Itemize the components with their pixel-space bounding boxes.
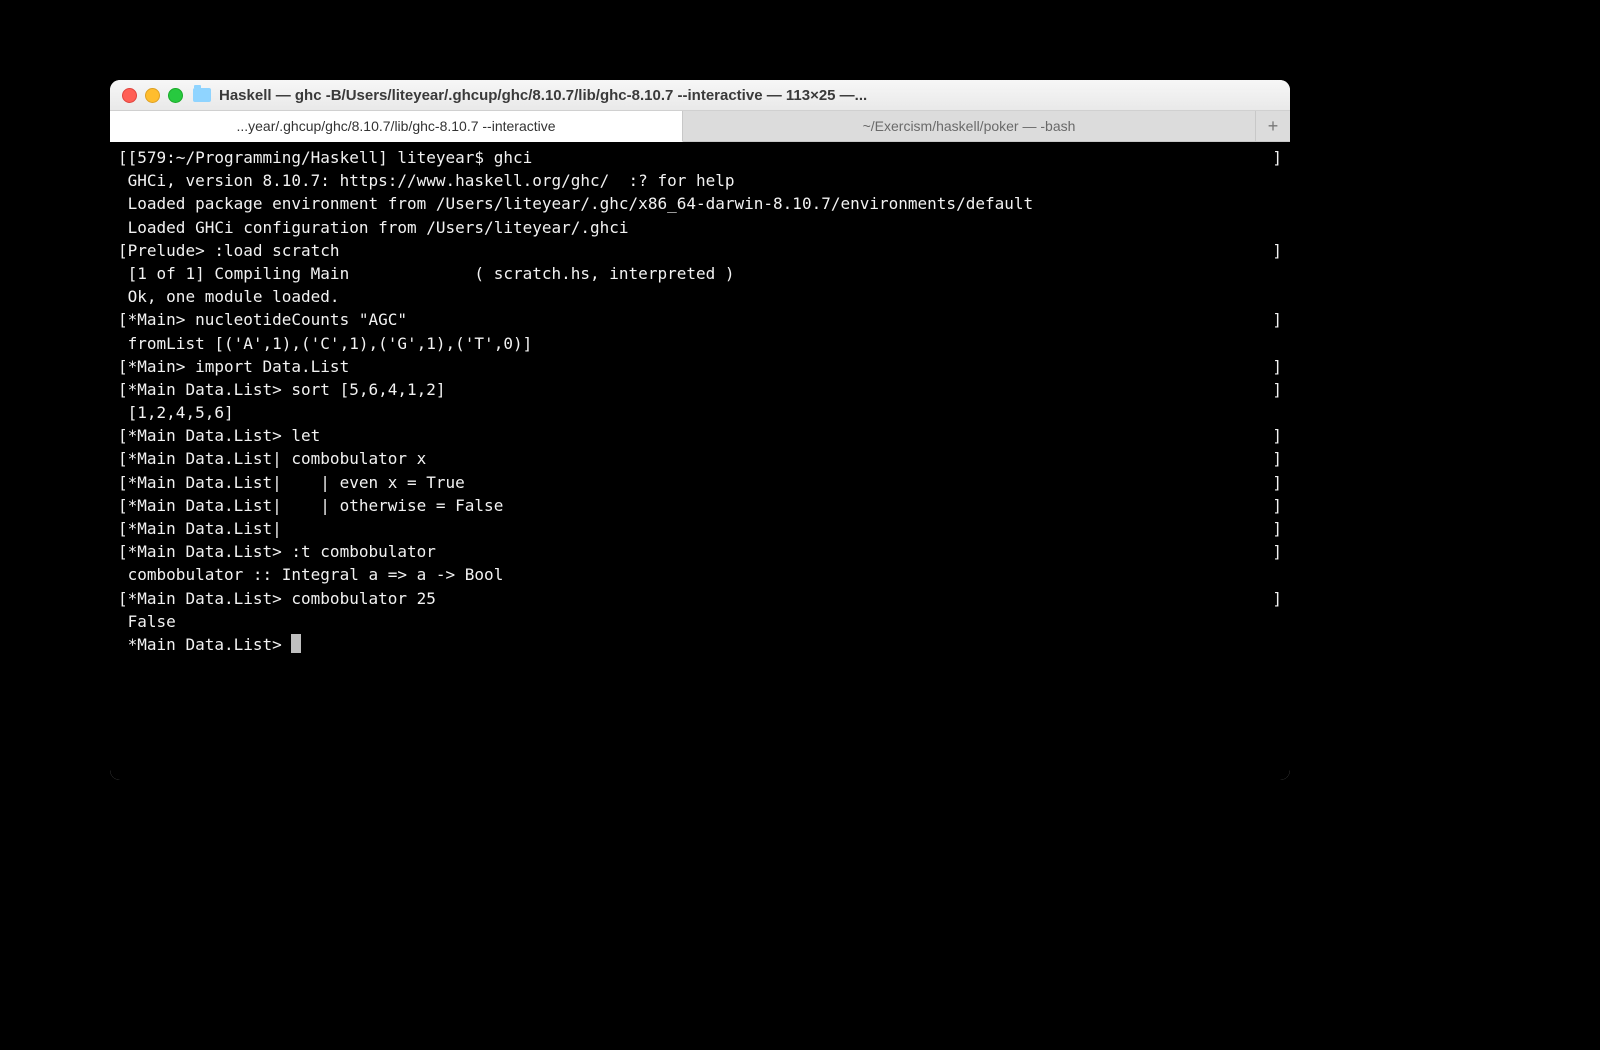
new-tab-button[interactable]: + [1256, 111, 1290, 141]
terminal-line: [1 of 1] Compiling Main ( scratch.hs, in… [118, 262, 1282, 285]
close-button[interactable] [122, 88, 137, 103]
minimize-button[interactable] [145, 88, 160, 103]
terminal-line: False [118, 610, 1282, 633]
tab-ghci[interactable]: ...year/.ghcup/ghc/8.10.7/lib/ghc-8.10.7… [110, 111, 683, 142]
terminal-line: [*Main Data.List> sort [5,6,4,1,2]] [118, 378, 1282, 401]
terminal-line: Loaded package environment from /Users/l… [118, 192, 1282, 215]
terminal-line: [*Main Data.List| | otherwise = False] [118, 494, 1282, 517]
traffic-lights [122, 88, 183, 103]
terminal-line: [*Main> import Data.List] [118, 355, 1282, 378]
terminal-window: Haskell — ghc -B/Users/liteyear/.ghcup/g… [110, 80, 1290, 780]
prompt-text: *Main Data.List> [128, 635, 292, 654]
tab-label: ~/Exercism/haskell/poker — -bash [863, 118, 1076, 134]
titlebar[interactable]: Haskell — ghc -B/Users/liteyear/.ghcup/g… [110, 80, 1290, 111]
terminal-line: [*Main Data.List> let] [118, 424, 1282, 447]
terminal-line: [*Main Data.List> combobulator 25] [118, 587, 1282, 610]
terminal-line: [*Main Data.List|] [118, 517, 1282, 540]
terminal-line: [[579:~/Programming/Haskell] liteyear$ g… [118, 146, 1282, 169]
terminal-line: Loaded GHCi configuration from /Users/li… [118, 216, 1282, 239]
tab-bar: ...year/.ghcup/ghc/8.10.7/lib/ghc-8.10.7… [110, 111, 1290, 142]
terminal-output[interactable]: [[579:~/Programming/Haskell] liteyear$ g… [110, 142, 1290, 780]
terminal-line: [*Main> nucleotideCounts "AGC"] [118, 308, 1282, 331]
terminal-line: [Prelude> :load scratch] [118, 239, 1282, 262]
terminal-line: Ok, one module loaded. [118, 285, 1282, 308]
terminal-line: combobulator :: Integral a => a -> Bool [118, 563, 1282, 586]
terminal-line: [*Main Data.List| combobulator x] [118, 447, 1282, 470]
terminal-prompt-line[interactable]: *Main Data.List> [118, 633, 1282, 656]
terminal-line: [1,2,4,5,6] [118, 401, 1282, 424]
tab-bash[interactable]: ~/Exercism/haskell/poker — -bash [683, 111, 1256, 141]
folder-icon [193, 88, 211, 102]
terminal-line: [*Main Data.List| | even x = True] [118, 471, 1282, 494]
window-title: Haskell — ghc -B/Users/liteyear/.ghcup/g… [219, 87, 1278, 104]
terminal-line: GHCi, version 8.10.7: https://www.haskel… [118, 169, 1282, 192]
terminal-line: [*Main Data.List> :t combobulator] [118, 540, 1282, 563]
plus-icon: + [1268, 116, 1279, 137]
zoom-button[interactable] [168, 88, 183, 103]
tab-label: ...year/.ghcup/ghc/8.10.7/lib/ghc-8.10.7… [236, 118, 555, 134]
terminal-line: fromList [('A',1),('C',1),('G',1),('T',0… [118, 332, 1282, 355]
cursor [291, 634, 301, 653]
